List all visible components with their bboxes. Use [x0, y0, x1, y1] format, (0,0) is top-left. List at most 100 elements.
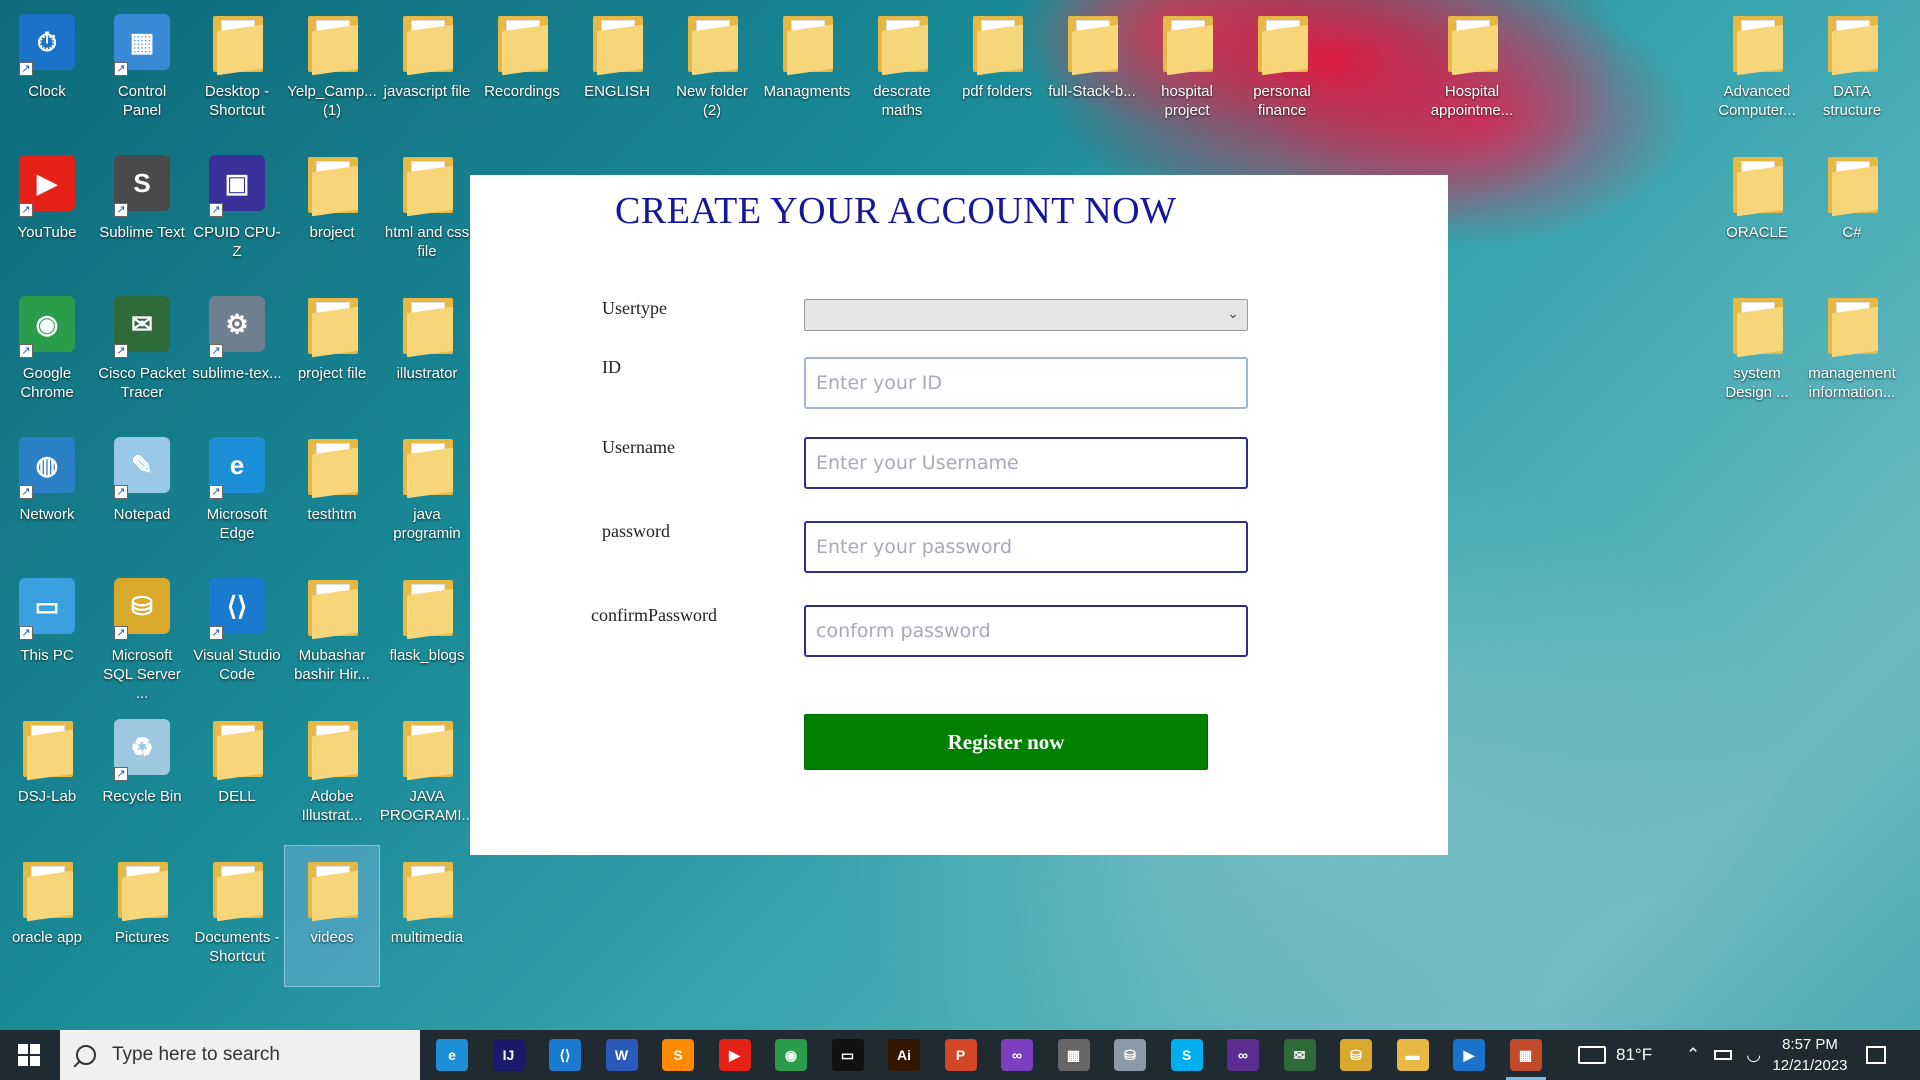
desktop-icon[interactable]: Recordings — [475, 0, 569, 140]
powerpoint-icon[interactable]: P — [944, 1039, 977, 1071]
desktop-icon[interactable]: ENGLISH — [570, 0, 664, 140]
desktop-icon[interactable]: full-Stack-b... — [1045, 0, 1139, 140]
desktop-icon[interactable]: ▦ ↗ Control Panel — [95, 0, 189, 140]
desktop-icon[interactable]: Yelp_Camp... (1) — [285, 0, 379, 140]
desktop-icon[interactable]: illustrator — [380, 282, 474, 422]
recycle-bin-icon: ♻ ↗ — [110, 711, 174, 781]
terminal-icon[interactable]: ▭ — [831, 1039, 864, 1071]
password-input[interactable] — [804, 521, 1248, 573]
chrome-icon[interactable]: ◉ — [775, 1039, 807, 1071]
desktop-icon[interactable]: ▶ ↗ YouTube — [0, 141, 94, 281]
chevron-down-icon[interactable]: ⌄ — [1227, 305, 1239, 322]
desktop-icon-label: videos — [310, 929, 354, 946]
desktop-icon[interactable]: project file — [285, 282, 379, 422]
desktop-icon[interactable]: management information... — [1805, 282, 1899, 422]
desktop-icon[interactable]: C# — [1805, 141, 1899, 281]
desktop-icon[interactable]: testhtm — [285, 423, 379, 563]
desktop-icon[interactable]: e ↗ Microsoft Edge — [190, 423, 284, 563]
desktop-icon[interactable]: videos — [284, 845, 380, 987]
desktop-icon[interactable]: broject — [285, 141, 379, 281]
notifications-button[interactable] — [1866, 1030, 1886, 1080]
desktop-icon[interactable]: ♻ ↗ Recycle Bin — [95, 705, 189, 845]
desktop-icon[interactable]: Advanced Computer... — [1710, 0, 1804, 140]
desktop-icon[interactable]: Mubashar bashir Hir... — [285, 564, 379, 704]
start-button[interactable] — [0, 1030, 58, 1080]
desktop-icon[interactable]: ⚙ ↗ sublime-tex... — [190, 282, 284, 422]
youtube-icon[interactable]: ▶ — [718, 1039, 751, 1071]
sql-server-icon: ⛁ ↗ — [110, 570, 174, 640]
desktop-icon[interactable]: DATA structure — [1805, 0, 1899, 140]
id-label: ID — [602, 357, 621, 377]
desktop-icon[interactable]: hospital project — [1140, 0, 1234, 140]
desktop-icon[interactable]: system Design ... — [1710, 282, 1804, 422]
desktop-icon[interactable]: ◍ ↗ Network — [0, 423, 94, 563]
desktop-icon[interactable]: DSJ-Lab — [0, 705, 94, 845]
desktop-icon[interactable]: DELL — [190, 705, 284, 845]
desktop-icon[interactable]: ⟨⟩ ↗ Visual Studio Code — [190, 564, 284, 704]
desktop-icon-label: Hospital appointme... — [1430, 83, 1514, 119]
illustrator-icon[interactable]: Ai — [888, 1039, 920, 1071]
skype-icon[interactable]: S — [1170, 1039, 1203, 1071]
desktop-icon[interactable]: New folder (2) — [665, 0, 759, 140]
desktop-icon[interactable]: Managments — [760, 0, 854, 140]
clock[interactable]: 8:57 PM 12/21/2023 — [1760, 1034, 1860, 1076]
control-panel-icon[interactable]: ▦ — [1505, 1039, 1546, 1080]
desktop-icon[interactable]: descrate maths — [855, 0, 949, 140]
desktop-icon-label: Network — [19, 506, 75, 523]
desktop-icon-label: javascript file — [383, 83, 471, 100]
desktop-icon[interactable]: flask_blogs — [380, 564, 474, 704]
desktop-icon[interactable]: ▭ ↗ This PC — [0, 564, 94, 704]
desktop-icon[interactable]: javascript file — [380, 0, 474, 140]
visual-studio-icon[interactable]: ∞ — [1001, 1039, 1033, 1071]
sql-server-icon[interactable]: ⛁ — [1340, 1039, 1372, 1071]
desktop-icon[interactable]: ▣ ↗ CPUID CPU-Z — [190, 141, 284, 281]
desktop-icon[interactable]: Documents - Shortcut — [190, 846, 284, 986]
register-button[interactable]: Register now — [804, 714, 1208, 770]
battery-icon[interactable] — [1714, 1050, 1733, 1060]
desktop-icon-label: DSJ-Lab — [17, 788, 77, 805]
folder-icon — [300, 570, 364, 640]
taskbar-search[interactable]: Type here to search — [60, 1030, 420, 1080]
id-input[interactable] — [804, 357, 1248, 409]
vscode-icon[interactable]: ⟨⟩ — [549, 1039, 581, 1071]
windows-icon — [18, 1044, 40, 1066]
cisco-icon[interactable]: ✉ — [1283, 1039, 1316, 1071]
folder-icon — [585, 6, 649, 76]
sublime-icon[interactable]: S — [662, 1039, 694, 1071]
desktop-icon[interactable]: personal finance — [1235, 0, 1329, 140]
usertype-select[interactable]: ⌄ — [804, 299, 1248, 331]
username-input[interactable] — [804, 437, 1248, 489]
folder-icon — [1155, 6, 1219, 76]
desktop-icon[interactable]: Adobe Illustrat... — [285, 705, 379, 845]
desktop-icon[interactable]: S ↗ Sublime Text — [95, 141, 189, 281]
chevron-up-icon[interactable]: ⌃ — [1686, 1045, 1700, 1065]
desktop-icon[interactable]: ⛁ ↗ Microsoft SQL Server ... — [95, 564, 189, 704]
drive-icon[interactable]: ⛁ — [1114, 1039, 1146, 1071]
desktop-icon[interactable]: Pictures — [95, 846, 189, 986]
desktop-icon[interactable]: java programin — [380, 423, 474, 563]
wifi-icon[interactable]: ◡ — [1746, 1045, 1761, 1065]
file-explorer-icon[interactable]: ▬ — [1396, 1039, 1429, 1071]
desktop-icon[interactable]: Desktop - Shortcut — [190, 0, 284, 140]
confirm-password-input[interactable] — [804, 605, 1248, 657]
desktop-icon[interactable]: ✎ ↗ Notepad — [95, 423, 189, 563]
folder-icon — [965, 6, 1029, 76]
desktop-icon[interactable]: Hospital appointme... — [1425, 0, 1519, 140]
edge-icon[interactable]: e — [436, 1039, 468, 1071]
desktop-icon[interactable]: ⏱ ↗ Clock — [0, 0, 94, 140]
visual-studio-2-icon[interactable]: ∞ — [1227, 1039, 1259, 1071]
desktop-icon-label: Recordings — [484, 83, 560, 100]
calculator-icon[interactable]: ▦ — [1057, 1039, 1090, 1071]
desktop-icon[interactable]: JAVA PROGRAMI... — [380, 705, 474, 845]
weather-widget[interactable]: 81°F — [1578, 1030, 1652, 1080]
desktop-icon[interactable]: ORACLE — [1710, 141, 1804, 281]
desktop-icon[interactable]: html and css file — [380, 141, 474, 281]
desktop-icon[interactable]: oracle app — [0, 846, 94, 986]
desktop-icon[interactable]: pdf folders — [950, 0, 1044, 140]
media-player-icon[interactable]: ▶ — [1453, 1039, 1485, 1071]
word-icon[interactable]: W — [605, 1039, 638, 1071]
desktop-icon[interactable]: multimedia — [380, 846, 474, 986]
desktop-icon[interactable]: ◉ ↗ Google Chrome — [0, 282, 94, 422]
intellij-icon[interactable]: IJ — [492, 1039, 525, 1071]
desktop-icon[interactable]: ✉ ↗ Cisco Packet Tracer — [95, 282, 189, 422]
